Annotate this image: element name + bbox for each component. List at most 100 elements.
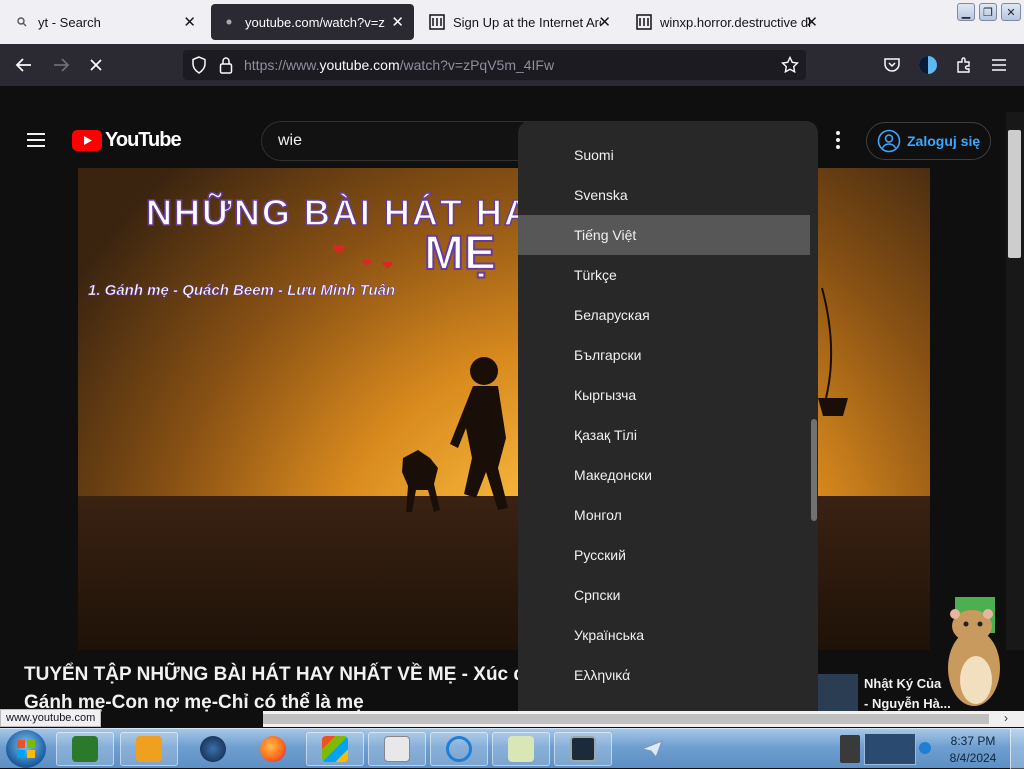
show-desktop-button[interactable] <box>1010 729 1024 769</box>
forward-arrow-icon[interactable] <box>50 54 72 76</box>
stop-loading-icon[interactable] <box>85 54 107 76</box>
related-video-title-line1[interactable]: Nhật Ký Của <box>864 676 941 691</box>
tab-internet-archive[interactable]: Sign Up at the Internet Archive ✕ <box>419 4 621 40</box>
tray-network-icon[interactable] <box>918 739 932 757</box>
shield-icon[interactable] <box>191 56 207 79</box>
start-button[interactable] <box>6 730 46 768</box>
taskbar-app-firefox[interactable] <box>244 732 302 766</box>
sign-in-label: Zaloguj się <box>907 133 981 149</box>
clock-time: 8:37 PM <box>950 734 996 748</box>
more-options-icon[interactable] <box>833 130 843 155</box>
media-player-icon <box>136 736 162 762</box>
language-item[interactable]: Српски <box>518 575 810 615</box>
menu-icon[interactable] <box>988 54 1010 76</box>
language-menu-scrollbar[interactable] <box>811 419 817 521</box>
language-item[interactable]: Svenska <box>518 175 810 215</box>
language-item[interactable]: Türkçe <box>518 255 810 295</box>
address-bar[interactable]: https://www.youtube.com/watch?v=zPqV5m_4… <box>183 50 806 80</box>
logo-wordmark: YouTube <box>105 129 182 151</box>
taskbar-app-clock[interactable] <box>368 732 426 766</box>
tab-title: Sign Up at the Internet Archive <box>453 14 601 30</box>
search-value: wie <box>278 132 303 149</box>
hamster-mascot-icon[interactable] <box>942 604 1006 710</box>
taskbar-app-notes[interactable] <box>492 732 550 766</box>
language-item[interactable]: Беларуская <box>518 295 810 335</box>
lock-icon[interactable] <box>219 56 233 79</box>
sign-in-button[interactable]: Zaloguj się <box>866 122 991 160</box>
page-scrollbar-thumb[interactable] <box>1008 130 1021 258</box>
taskbar-app-globe[interactable] <box>184 732 242 766</box>
windows-taskbar: 8:37 PM 8/4/2024 <box>0 728 1024 769</box>
heart-icon: ❤ <box>382 258 393 273</box>
related-video-thumbnail[interactable] <box>818 674 858 712</box>
horizontal-scrollbar[interactable]: › <box>263 711 1024 727</box>
back-arrow-icon[interactable] <box>13 54 35 76</box>
close-tab-icon[interactable]: ✕ <box>805 13 818 31</box>
restore-window-icon[interactable]: ❐ <box>979 3 997 21</box>
youtube-header: YouTube wie Zaloguj się <box>0 112 1024 168</box>
tray-app-icon[interactable] <box>864 733 916 765</box>
user-circle-icon <box>877 129 901 153</box>
language-item-selected[interactable]: Tiếng Việt <box>518 215 810 255</box>
youtube-play-icon <box>72 130 102 151</box>
close-tab-icon[interactable]: ✕ <box>391 13 404 31</box>
language-item[interactable]: Ελληνικά <box>518 655 810 695</box>
close-window-icon[interactable]: ✕ <box>1001 3 1021 21</box>
taskbar-app-media[interactable] <box>120 732 178 766</box>
url-text: https://www.youtube.com/watch?v=zPqV5m_4… <box>244 57 555 73</box>
search-input[interactable]: wie <box>261 121 561 161</box>
hamburger-menu-icon[interactable] <box>25 131 47 154</box>
clock-date: 8/4/2024 <box>949 751 997 765</box>
taskbar-app-windows[interactable] <box>306 732 364 766</box>
internet-explorer-icon <box>446 736 472 762</box>
tab-youtube-watch[interactable]: youtube.com/watch?v=zPqV5m_4IFw ✕ <box>211 4 414 40</box>
close-tab-icon[interactable]: ✕ <box>598 13 611 31</box>
related-video-title-line2[interactable]: - Nguyễn Hà... <box>864 696 951 711</box>
search-icon <box>14 14 30 30</box>
tab-winxp-horror[interactable]: winxp.horror.destructive direct ✕ <box>626 4 828 40</box>
bookmark-star-icon[interactable] <box>780 55 800 79</box>
browser-tab-strip: yt - Search ✕ youtube.com/watch?v=zPqV5m… <box>0 0 1024 44</box>
video-overlay-song: 1. Gánh mẹ - Quách Beem - Lưu Minh Tuấn <box>88 282 396 300</box>
language-item[interactable]: Қазақ Тілі <box>518 415 810 455</box>
language-item[interactable]: Български <box>518 335 810 375</box>
page-scrollbar[interactable] <box>1006 112 1024 710</box>
account-icon[interactable] <box>917 54 939 76</box>
scroll-right-icon[interactable]: › <box>998 711 1014 727</box>
archive-icon <box>636 14 652 30</box>
taskbar-app-monitor[interactable] <box>554 732 612 766</box>
tray-device-icon[interactable] <box>840 735 860 763</box>
loading-dot-icon <box>221 14 237 30</box>
navigation-toolbar: https://www.youtube.com/watch?v=zPqV5m_4… <box>0 44 1024 86</box>
tab-title: winxp.horror.destructive direct <box>660 14 812 30</box>
status-bar-url: www.youtube.com <box>0 709 102 727</box>
video-title-line1: TUYỂN TẬP NHỮNG BÀI HÁT HAY NHẤT VỀ MẸ -… <box>24 664 526 685</box>
taskbar-app-terminal[interactable] <box>56 732 114 766</box>
windows-flag-icon <box>322 736 348 762</box>
minimize-window-icon[interactable]: ▁ <box>957 3 975 21</box>
language-item[interactable]: Русский <box>518 535 810 575</box>
language-item[interactable]: Suomi <box>518 135 810 175</box>
tab-title: youtube.com/watch?v=zPqV5m_4IFw <box>245 14 385 30</box>
youtube-logo[interactable]: YouTube <box>72 129 182 152</box>
terminal-icon <box>72 736 98 762</box>
close-tab-icon[interactable]: ✕ <box>183 13 196 31</box>
tab-yt-search[interactable]: yt - Search ✕ <box>4 4 206 40</box>
language-item[interactable]: Українська <box>518 615 810 655</box>
video-title-area: TUYỂN TẬP NHỮNG BÀI HÁT HAY NHẤT VỀ MẸ -… <box>0 650 1024 713</box>
taskbar-clock[interactable]: 8:37 PM 8/4/2024 <box>940 734 1006 766</box>
heart-icon: ❤ <box>362 256 373 270</box>
paper-plane-icon <box>640 739 664 759</box>
language-item[interactable]: Монгол <box>518 495 810 535</box>
windows-logo-icon <box>17 740 35 758</box>
monitor-icon <box>570 736 596 762</box>
pocket-icon[interactable] <box>881 54 903 76</box>
language-menu[interactable]: Suomi Svenska Tiếng Việt Türkçe Беларуск… <box>518 121 818 711</box>
taskbar-app-ie[interactable] <box>430 732 488 766</box>
notepad-icon <box>508 736 534 762</box>
horizontal-scrollbar-thumb[interactable] <box>263 714 989 724</box>
language-item[interactable]: Кыргызча <box>518 375 810 415</box>
language-item[interactable]: Македонски <box>518 455 810 495</box>
extensions-icon[interactable] <box>953 54 975 76</box>
video-overlay-me: MẸ <box>423 226 497 281</box>
